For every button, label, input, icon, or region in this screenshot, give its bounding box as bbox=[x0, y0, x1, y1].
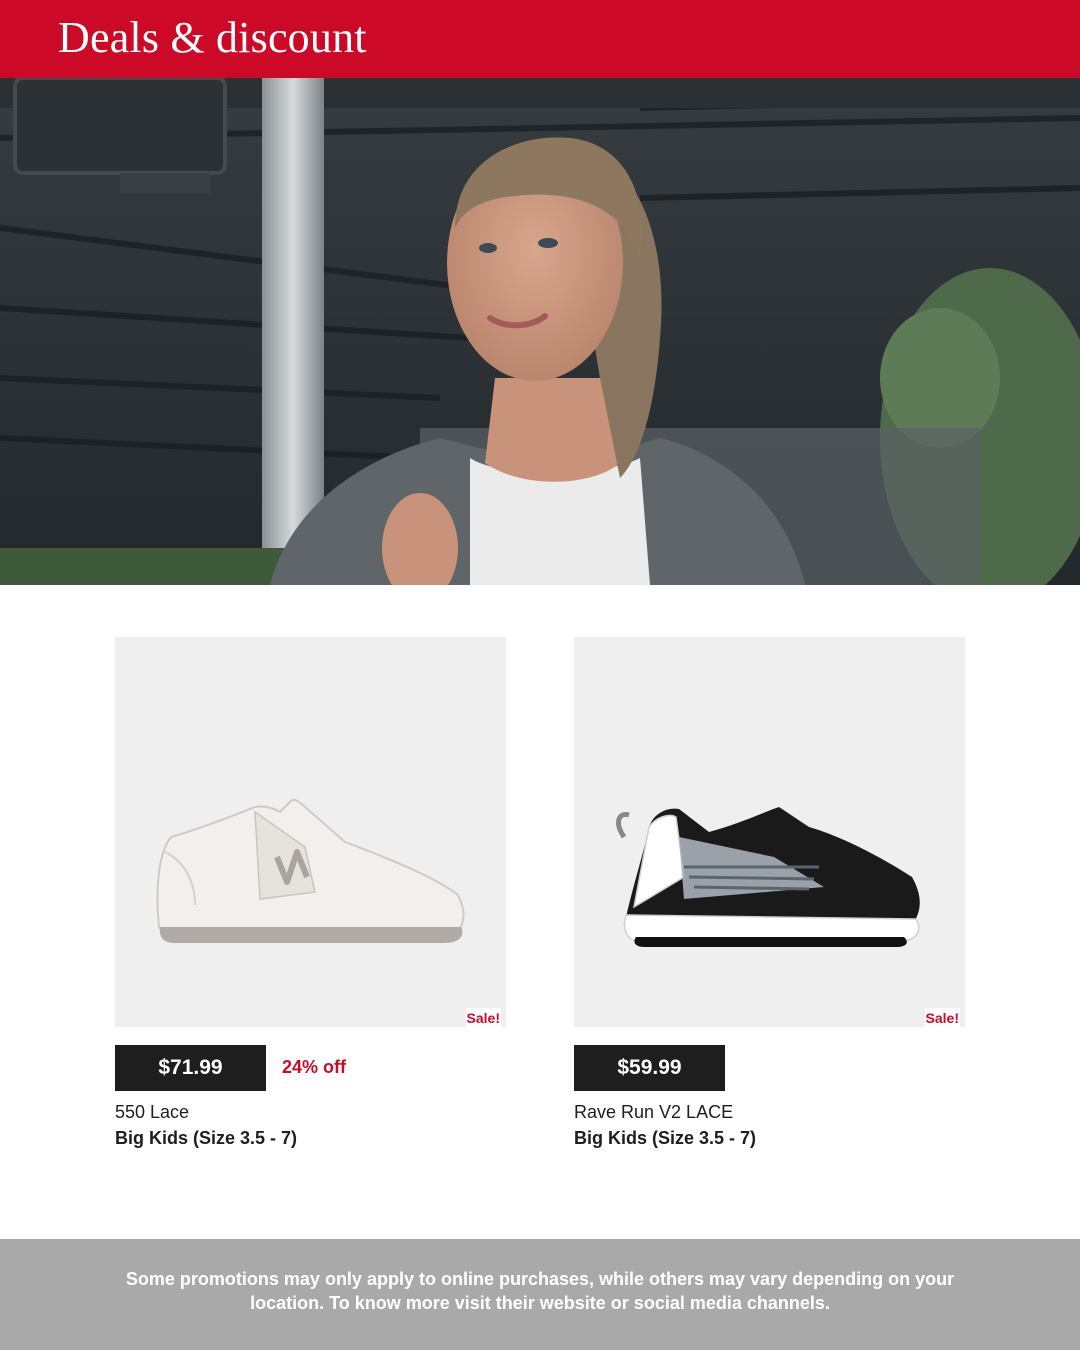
sale-badge: Sale! bbox=[924, 1008, 960, 1028]
product-card[interactable]: Sale! $71.99 24% off 550 Lace Big Kids (… bbox=[115, 637, 506, 1151]
black-sneaker-image bbox=[616, 807, 920, 947]
product-name[interactable]: Rave Run V2 LACE bbox=[574, 1099, 965, 1125]
product-card[interactable]: Sale! $59.99 Rave Run V2 LACE Big Kids (… bbox=[574, 637, 965, 1151]
disclaimer-text: Some promotions may only apply to online… bbox=[125, 1269, 955, 1313]
white-sneaker-image bbox=[156, 798, 465, 943]
hero-photo bbox=[0, 78, 1080, 585]
product-size: Big Kids (Size 3.5 - 7) bbox=[115, 1128, 298, 1148]
price-tag: $59.99 bbox=[574, 1045, 725, 1091]
product-image[interactable]: Sale! bbox=[574, 637, 965, 1028]
product-name[interactable]: 550 Lace bbox=[115, 1099, 506, 1125]
price-row: $59.99 bbox=[574, 1045, 965, 1091]
header-banner: Deals & discount bbox=[0, 0, 1080, 78]
sale-badge: Sale! bbox=[465, 1008, 501, 1028]
hero-image bbox=[0, 78, 1080, 585]
price-tag: $71.99 bbox=[115, 1045, 266, 1091]
price-row: $71.99 24% off bbox=[115, 1045, 506, 1091]
footer-disclaimer: Some promotions may only apply to online… bbox=[0, 1239, 1080, 1350]
discount-label: 24% off bbox=[282, 1057, 347, 1077]
product-size: Big Kids (Size 3.5 - 7) bbox=[574, 1128, 757, 1148]
page-title: Deals & discount bbox=[58, 13, 367, 62]
product-image[interactable]: Sale! bbox=[115, 637, 506, 1028]
